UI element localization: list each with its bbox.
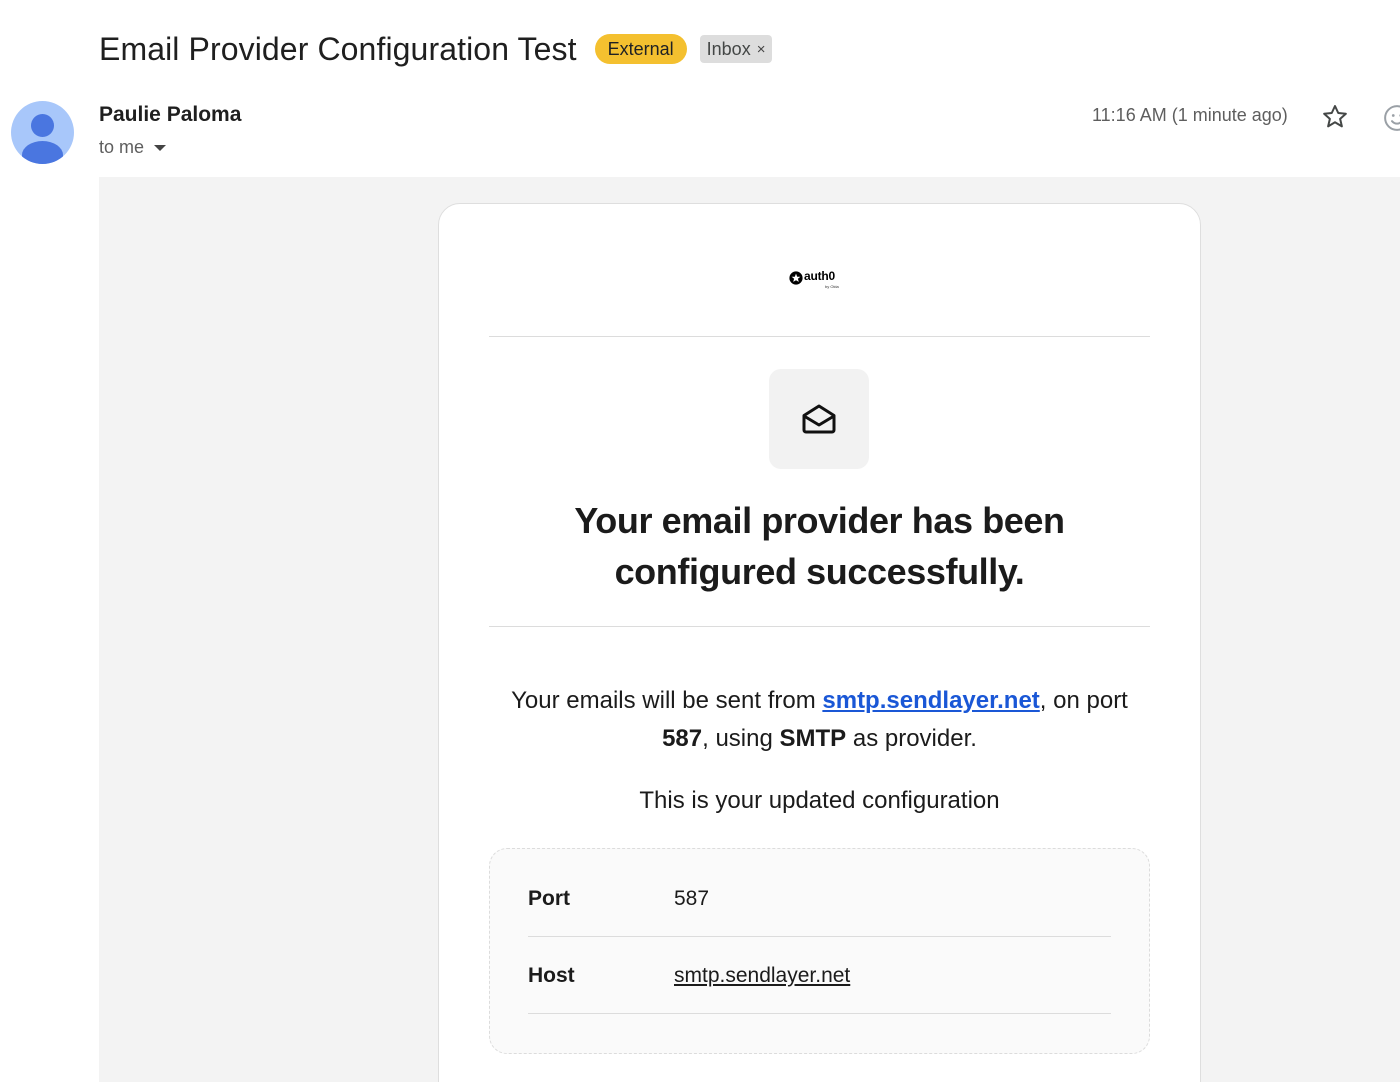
avatar-head: [31, 114, 54, 137]
config-row-host: Host smtp.sendlayer.net: [528, 936, 1111, 1014]
host-link[interactable]: smtp.sendlayer.net: [822, 687, 1039, 714]
divider-middle: [489, 626, 1150, 627]
summary-prefix: Your emails will be sent from: [511, 687, 823, 714]
recipient-line: to me: [99, 137, 167, 158]
headline-line-2: configured successfully.: [614, 551, 1025, 592]
config-value: 587: [674, 887, 710, 910]
email-subject: Email Provider Configuration Test: [99, 30, 577, 67]
sender-avatar[interactable]: [11, 101, 74, 164]
subject-row: Email Provider Configuration Test Extern…: [99, 26, 773, 72]
config-key: Host: [528, 964, 575, 987]
smiley-icon[interactable]: [1382, 103, 1400, 133]
envelope-tile: [769, 369, 869, 469]
summary-suffix: as provider.: [846, 725, 977, 752]
success-headline: Your email provider has been configured …: [489, 495, 1150, 597]
email-card: auth0 by Okta Your email provider has be…: [438, 203, 1201, 1082]
chevron-down-icon[interactable]: [154, 144, 167, 151]
remove-label-close-icon[interactable]: ×: [757, 41, 766, 58]
summary-mid-1: , on port: [1039, 687, 1128, 714]
auth0-logo: auth0 by Okta: [789, 268, 849, 294]
config-intro: This is your updated configuration: [639, 787, 1000, 814]
star-icon[interactable]: [1320, 102, 1350, 132]
avatar-body: [22, 141, 63, 164]
external-label-badge: External: [594, 34, 687, 64]
envelope-open-icon: [802, 404, 836, 434]
inbox-label-chip: Inbox ×: [699, 35, 773, 63]
message-timestamp: 11:16 AM (1 minute ago): [1092, 105, 1288, 125]
config-host-link[interactable]: smtp.sendlayer.net: [674, 964, 850, 988]
logo-byline: by Okta: [825, 284, 839, 289]
summary-provider: SMTP: [779, 725, 847, 752]
sender-name[interactable]: Paulie Paloma: [99, 103, 241, 127]
message-body: auth0 by Okta Your email provider has be…: [99, 177, 1400, 1082]
headline-line-1: Your email provider has been: [574, 500, 1065, 541]
recipient-text: to me: [99, 137, 145, 157]
divider-top: [489, 336, 1150, 337]
logo-wordmark: auth0: [804, 269, 836, 283]
auth0-shield-icon: [789, 271, 803, 285]
summary-mid-2: , using: [702, 725, 780, 752]
config-row-port: Port 587: [528, 859, 1111, 937]
config-key: Port: [528, 887, 570, 910]
summary-port: 587: [662, 725, 703, 752]
inbox-label-text: Inbox: [706, 38, 751, 59]
config-table: Port 587 Host smtp.sendlayer.net: [489, 848, 1150, 1054]
provider-summary: Your emails will be sent from smtp.sendl…: [489, 682, 1150, 758]
